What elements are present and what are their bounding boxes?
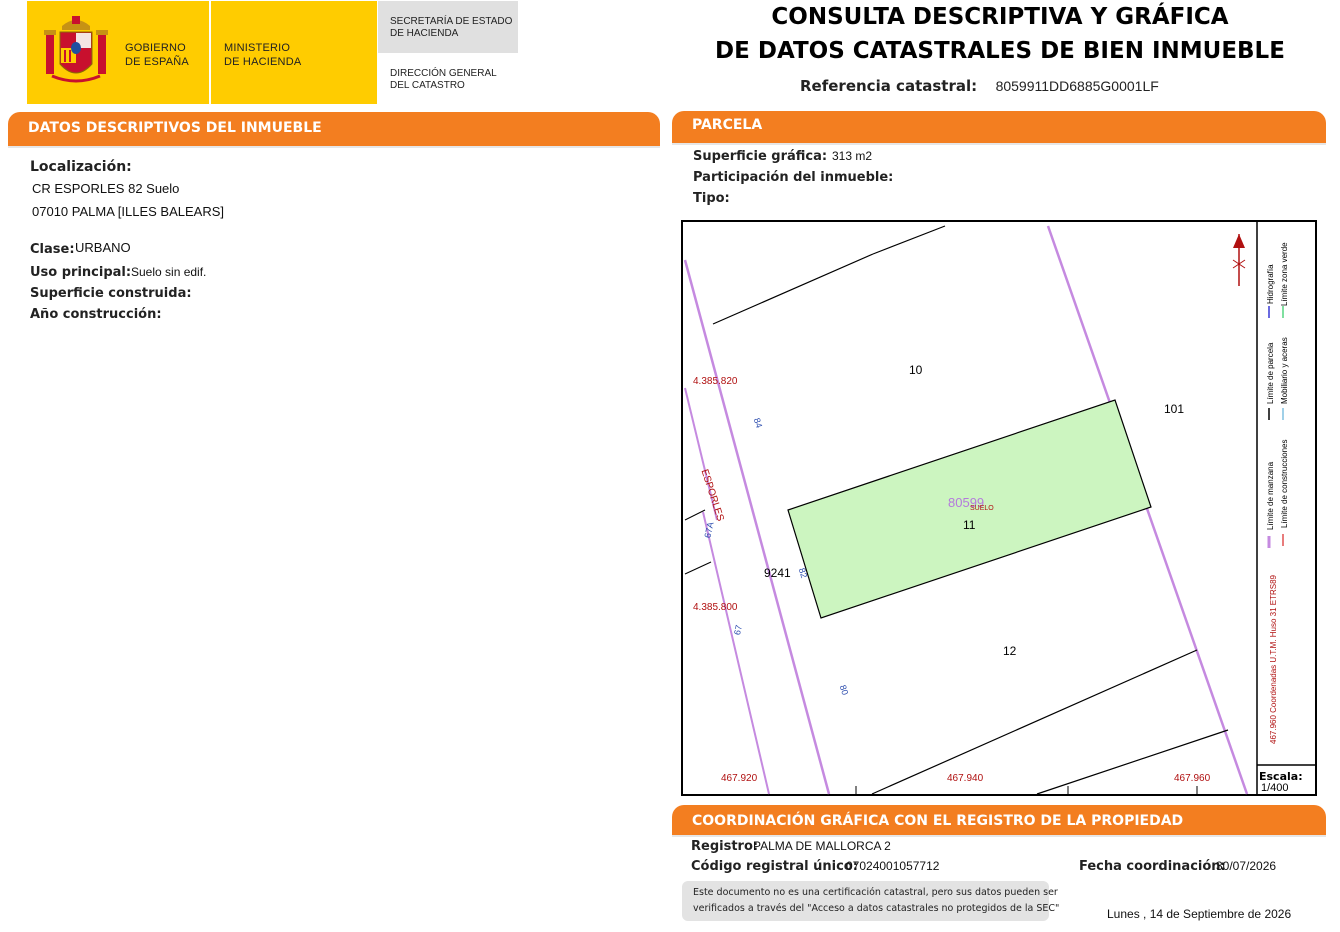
descriptivos-section-title: DATOS DESCRIPTIVOS DEL INMUEBLE	[28, 120, 322, 136]
legend-zona-verde: Límite zona verde	[1280, 242, 1289, 306]
disclaimer-line1: Este documento no es una certificación c…	[693, 887, 1058, 898]
localizacion-label: Localización:	[30, 159, 132, 175]
title-line1: CONSULTA DESCRIPTIVA Y GRÁFICA	[771, 4, 1229, 30]
superficie-construida-label: Superficie construida:	[30, 286, 192, 301]
secretaria-text: SECRETARÍA DE ESTADO DE HACIENDA	[390, 16, 512, 40]
clase-label: Clase:	[30, 242, 75, 257]
legend-hidrografia: Hidrografía	[1266, 264, 1275, 304]
scale-value: 1/400	[1261, 782, 1289, 794]
uso-label: Uso principal:	[30, 265, 132, 280]
legend-manzana: Límite de manzana	[1266, 461, 1275, 530]
neighbor-10-label: 10	[909, 363, 923, 377]
ministerio-text: MINISTERIO DE HACIENDA	[224, 41, 364, 69]
disclaimer-text: Este documento no es una certificación c…	[693, 885, 1059, 917]
parcela-section-title: PARCELA	[692, 117, 763, 133]
parcel-use-label: SUELO	[970, 505, 994, 512]
block-9241-label: 9241	[764, 566, 791, 580]
secretaria-line1: SECRETARÍA DE ESTADO	[390, 16, 513, 27]
referencia-catastral: Referencia catastral: 8059911DD6885G0001…	[800, 77, 1159, 96]
parcela-header-band	[672, 111, 1326, 143]
page-title: CONSULTA DESCRIPTIVA Y GRÁFICA DE DATOS …	[660, 0, 1340, 68]
ministerio-line1: MINISTERIO	[224, 42, 291, 54]
parcela-underline	[672, 143, 1326, 145]
legend-construcciones: Límite de construcciones	[1280, 439, 1289, 529]
superficie-grafica-value: 313 m2	[832, 149, 873, 163]
direccion-line1: DIRECCIÓN GENERAL	[390, 68, 497, 79]
registro-label: Registro:	[691, 839, 759, 854]
legend-mobiliario: Mobiliario y aceras	[1280, 337, 1289, 404]
direccion-line2: DEL CATASTRO	[390, 80, 465, 91]
footer-date: Lunes , 14 de Septiembre de 2026	[1107, 907, 1292, 921]
secretaria-line2: DE HACIENDA	[390, 28, 459, 39]
coord-x1-label: 467.920	[721, 773, 758, 784]
superficie-grafica-label: Superficie gráfica:	[693, 149, 828, 164]
coat-of-arms-icon	[38, 12, 114, 90]
legend-parcela: Límite de parcela	[1266, 342, 1275, 404]
fecha-coordinacion-value: 30/07/2026	[1216, 859, 1277, 873]
gobierno-line1: GOBIERNO	[125, 42, 186, 54]
direccion-text: DIRECCIÓN GENERAL DEL CATASTRO	[390, 68, 497, 92]
disclaimer-line2: verificados a través del "Acceso a datos…	[693, 903, 1060, 914]
title-line2: DE DATOS CATASTRALES DE BIEN INMUEBLE	[715, 38, 1285, 64]
registro-value: PALMA DE MALLORCA 2	[753, 839, 891, 853]
ref-label: Referencia catastral:	[800, 77, 978, 95]
cadastral-map[interactable]: 80599 SUELO 11 10 101 12 9241 ESPORLES 8…	[681, 220, 1317, 796]
address-line2: 07010 PALMA [ILLES BALEARS]	[32, 204, 224, 219]
registro-section-title: COORDINACIÓN GRÁFICA CON EL REGISTRO DE …	[692, 813, 1184, 829]
coord-y2-label: 4.385.800	[693, 602, 738, 613]
coord-x2-label: 467.940	[947, 773, 984, 784]
uso-value: Suelo sin edif.	[131, 265, 207, 279]
codigo-label: Código registral único:	[691, 859, 858, 874]
parcel-number-label: 11	[963, 518, 976, 532]
gobierno-line2: DE ESPAÑA	[125, 56, 189, 68]
codigo-value: 07024001057712	[846, 859, 940, 873]
street-num-67: 67	[732, 624, 744, 636]
gobierno-text: GOBIERNO DE ESPAÑA	[125, 41, 205, 69]
coord-y1-label: 4.385.820	[693, 376, 738, 387]
clase-value: URBANO	[75, 240, 131, 255]
anio-construccion-label: Año construcción:	[30, 307, 162, 322]
legend-coords: 467.960 Coordenadas U.T.M. Huso 31 ETRS8…	[1269, 575, 1278, 744]
tipo-label: Tipo:	[693, 191, 730, 206]
map-svg	[681, 220, 1317, 796]
coord-x3-label: 467.960	[1174, 773, 1211, 784]
address-line1: CR ESPORLES 82 Suelo	[32, 181, 180, 196]
participacion-label: Participación del inmueble:	[693, 170, 894, 185]
fecha-coordinacion-label: Fecha coordinación:	[1079, 859, 1226, 874]
descriptivos-underline	[8, 146, 660, 148]
neighbor-101-label: 101	[1164, 402, 1185, 416]
ministerio-line2: DE HACIENDA	[224, 56, 302, 68]
registro-underline	[672, 835, 1326, 837]
neighbor-12-label: 12	[1003, 644, 1017, 658]
ref-value: 8059911DD6885G0001LF	[995, 78, 1159, 94]
